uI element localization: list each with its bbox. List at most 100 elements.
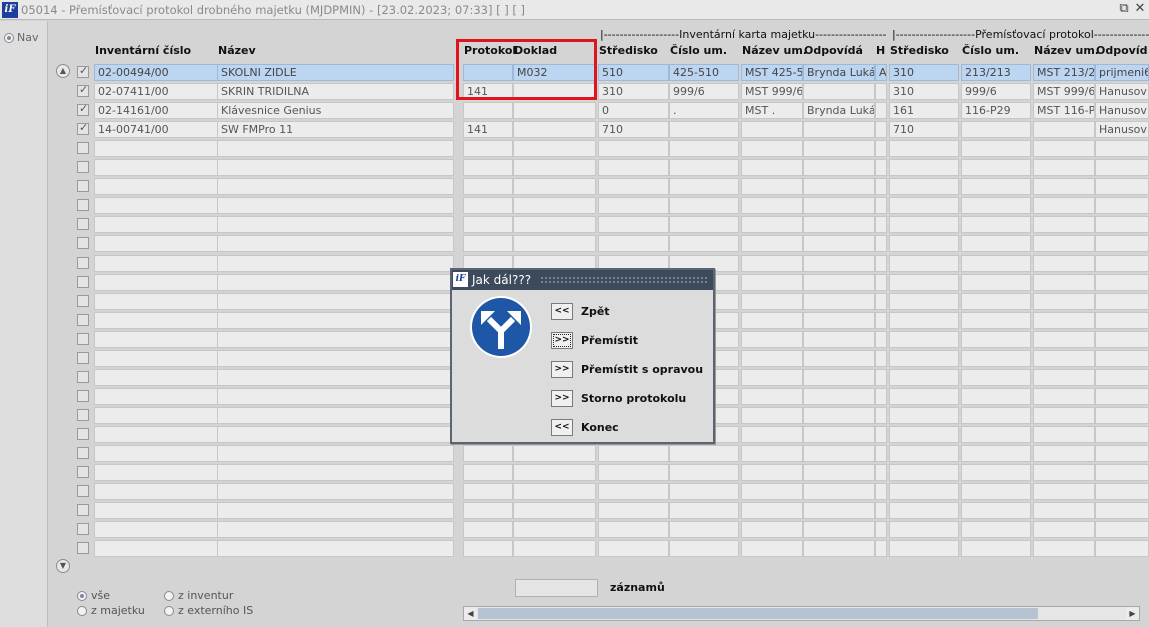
table-cell[interactable] — [889, 521, 959, 538]
table-cell[interactable] — [94, 178, 218, 195]
table-cell[interactable]: SKOLNI ZIDLE — [217, 64, 454, 81]
table-cell[interactable] — [875, 274, 887, 291]
table-cell[interactable] — [1095, 293, 1149, 310]
table-cell[interactable] — [463, 540, 513, 557]
table-cell[interactable] — [94, 388, 218, 405]
table-cell[interactable] — [875, 445, 887, 462]
table-cell[interactable] — [875, 235, 887, 252]
table-cell[interactable] — [961, 426, 1031, 443]
table-cell[interactable] — [1095, 331, 1149, 348]
column-header[interactable]: H — [876, 44, 885, 57]
table-cell[interactable] — [598, 502, 669, 519]
table-cell[interactable] — [463, 483, 513, 500]
column-header[interactable]: Středisko — [890, 44, 949, 57]
table-cell[interactable] — [1095, 464, 1149, 481]
table-cell[interactable] — [803, 540, 875, 557]
dialog-option-button[interactable]: >> — [551, 390, 573, 407]
table-cell[interactable] — [961, 407, 1031, 424]
row-checkbox[interactable] — [77, 180, 89, 192]
restore-window-icon[interactable]: ⧉ — [1117, 2, 1131, 16]
table-cell[interactable] — [217, 407, 454, 424]
table-cell[interactable] — [803, 255, 875, 272]
column-header[interactable]: Číslo um. — [670, 44, 727, 57]
table-cell[interactable] — [875, 350, 887, 367]
table-cell[interactable] — [1033, 216, 1095, 233]
table-cell[interactable] — [598, 445, 669, 462]
table-cell[interactable] — [803, 197, 875, 214]
nav-toggle[interactable]: Nav — [4, 31, 38, 44]
row-checkbox[interactable] — [77, 83, 89, 97]
table-cell[interactable] — [217, 255, 454, 272]
table-cell[interactable] — [889, 140, 959, 157]
row-checkbox[interactable] — [77, 485, 89, 497]
table-cell[interactable] — [217, 502, 454, 519]
dialog-option-button[interactable]: >> — [551, 332, 573, 349]
table-cell[interactable] — [803, 331, 875, 348]
table-cell[interactable] — [961, 255, 1031, 272]
table-cell[interactable] — [889, 388, 959, 405]
row-checkbox[interactable] — [77, 466, 89, 478]
table-cell[interactable] — [1033, 331, 1095, 348]
table-cell[interactable] — [889, 483, 959, 500]
table-cell[interactable] — [94, 521, 218, 538]
table-cell[interactable]: Brynda Lukáš — [803, 64, 875, 81]
table-cell[interactable]: Hanusov — [1095, 83, 1149, 100]
table-cell[interactable] — [669, 540, 739, 557]
table-cell[interactable] — [1095, 178, 1149, 195]
table-cell[interactable] — [1033, 407, 1095, 424]
table-cell[interactable] — [741, 216, 803, 233]
row-checkbox[interactable] — [77, 121, 89, 135]
table-cell[interactable]: MST 425-51 — [741, 64, 803, 81]
scroll-up-icon[interactable]: ▲ — [56, 64, 70, 78]
table-cell[interactable] — [889, 502, 959, 519]
column-header[interactable]: Název um. — [742, 44, 807, 57]
table-cell[interactable]: . — [669, 102, 739, 119]
table-cell[interactable] — [803, 293, 875, 310]
table-cell[interactable] — [875, 159, 887, 176]
table-cell[interactable] — [1033, 388, 1095, 405]
table-cell[interactable] — [1095, 369, 1149, 386]
table-cell[interactable] — [217, 331, 454, 348]
table-cell[interactable] — [1095, 521, 1149, 538]
table-cell[interactable] — [889, 178, 959, 195]
table-cell[interactable] — [598, 521, 669, 538]
row-checkbox[interactable] — [77, 218, 89, 230]
table-cell[interactable] — [889, 331, 959, 348]
row-checkbox[interactable] — [77, 428, 89, 440]
table-cell[interactable] — [1033, 369, 1095, 386]
table-cell[interactable] — [669, 140, 739, 157]
filter-from-external-is[interactable]: z externího IS — [164, 604, 253, 617]
table-cell[interactable]: SW FMPro 11 — [217, 121, 454, 138]
table-cell[interactable] — [1033, 274, 1095, 291]
table-cell[interactable] — [961, 502, 1031, 519]
table-cell[interactable] — [94, 216, 218, 233]
table-cell[interactable] — [513, 197, 596, 214]
table-cell[interactable] — [1033, 121, 1095, 138]
table-cell[interactable] — [1033, 464, 1095, 481]
filter-from-inventory[interactable]: z inventur — [164, 589, 233, 602]
table-cell[interactable] — [598, 464, 669, 481]
table-cell[interactable] — [889, 407, 959, 424]
table-cell[interactable] — [741, 293, 803, 310]
table-cell[interactable] — [875, 540, 887, 557]
table-cell[interactable] — [889, 235, 959, 252]
table-cell[interactable] — [875, 331, 887, 348]
table-cell[interactable]: 710 — [598, 121, 669, 138]
table-cell[interactable] — [463, 140, 513, 157]
table-cell[interactable] — [94, 369, 218, 386]
table-cell[interactable] — [94, 197, 218, 214]
table-cell[interactable] — [1033, 502, 1095, 519]
table-cell[interactable] — [803, 274, 875, 291]
table-cell[interactable] — [961, 540, 1031, 557]
table-cell[interactable] — [803, 121, 875, 138]
table-cell[interactable] — [961, 445, 1031, 462]
table-cell[interactable]: Hanusov — [1095, 102, 1149, 119]
table-cell[interactable] — [875, 312, 887, 329]
table-cell[interactable] — [1033, 178, 1095, 195]
table-cell[interactable] — [94, 483, 218, 500]
dialog-option-button[interactable]: << — [551, 303, 573, 320]
column-header[interactable]: Název um. — [1034, 44, 1099, 57]
table-cell[interactable] — [961, 331, 1031, 348]
row-checkbox[interactable] — [77, 352, 89, 364]
table-cell[interactable] — [803, 235, 875, 252]
